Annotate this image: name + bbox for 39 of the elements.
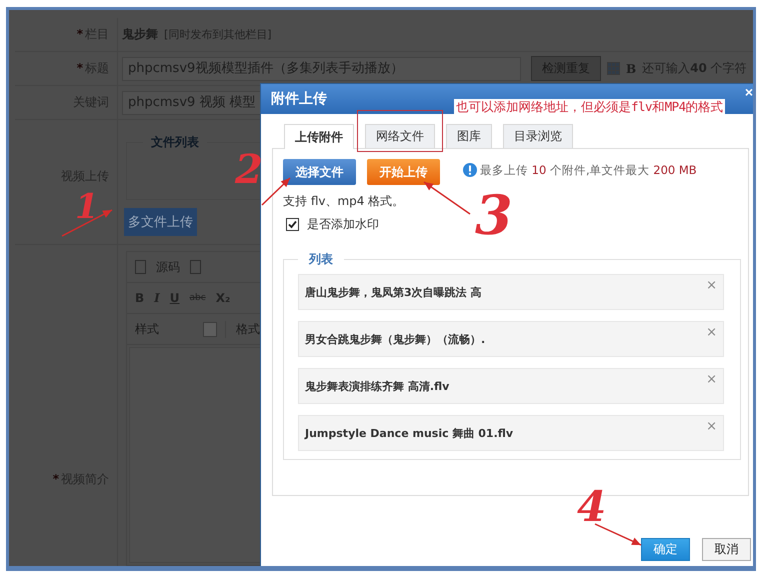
ok-button[interactable]: 确定 (641, 538, 690, 561)
annotation-number: 3 (475, 188, 513, 242)
annotation-arrow (594, 523, 642, 546)
color-grid-icon[interactable] (607, 62, 620, 75)
tab[interactable]: 目录浏览 (503, 124, 573, 148)
info-icon (463, 163, 477, 177)
close-button[interactable]: × (744, 84, 753, 100)
annotation-number: 1 (75, 190, 99, 224)
annotation-number: 2 (235, 150, 263, 190)
dialog-title: 附件上传 (271, 90, 327, 108)
file-name: 男女合跳鬼步舞（鬼步舞）（流畅）. (305, 332, 486, 346)
select-file-button[interactable]: 选择文件 (283, 159, 356, 185)
required-mark: * (76, 61, 83, 75)
required-mark: * (52, 472, 59, 486)
tab[interactable]: 网络文件 (365, 124, 435, 148)
remove-button[interactable]: × (706, 325, 717, 340)
remove-button[interactable]: × (706, 419, 717, 434)
annotation-arrow (424, 181, 470, 215)
start-upload-button[interactable]: 开始上传 (367, 159, 440, 185)
annotation-note: 也可以添加网络地址，但必须是flv和MP4的格式 (454, 99, 726, 116)
cancel-button[interactable]: 取消 (702, 538, 751, 561)
checkbox-label: 是否添加水印 (307, 216, 379, 233)
file-name: Jumpstyle Dance music 舞曲 01.flv (305, 426, 514, 440)
legend-text: 列表 (298, 251, 344, 268)
document-icon[interactable] (190, 260, 201, 274)
tab[interactable]: 图库 (446, 124, 492, 148)
required-mark: * (76, 27, 83, 41)
file-name: 鬼步舞表演排练齐舞 高清.flv (305, 378, 450, 394)
annotation-number: 4 (577, 486, 606, 528)
support-text: 支持 flv、mp4 格式。 (283, 193, 406, 210)
multi-upload-button[interactable]: 多文件上传 (124, 208, 197, 236)
remove-button[interactable]: × (706, 372, 717, 387)
document-icon[interactable] (135, 260, 146, 274)
legend-text: 文件列表 (143, 134, 207, 151)
upload-limit-text: 最多上传 10 个附件,单文件最大 200 MB (480, 162, 697, 178)
file-name: 唐山鬼步舞，鬼凤第3次自曝跳法 高 (305, 284, 482, 300)
remove-button[interactable]: × (706, 278, 717, 293)
checkbox[interactable] (286, 218, 299, 231)
tab[interactable]: 上传附件 (284, 124, 354, 149)
